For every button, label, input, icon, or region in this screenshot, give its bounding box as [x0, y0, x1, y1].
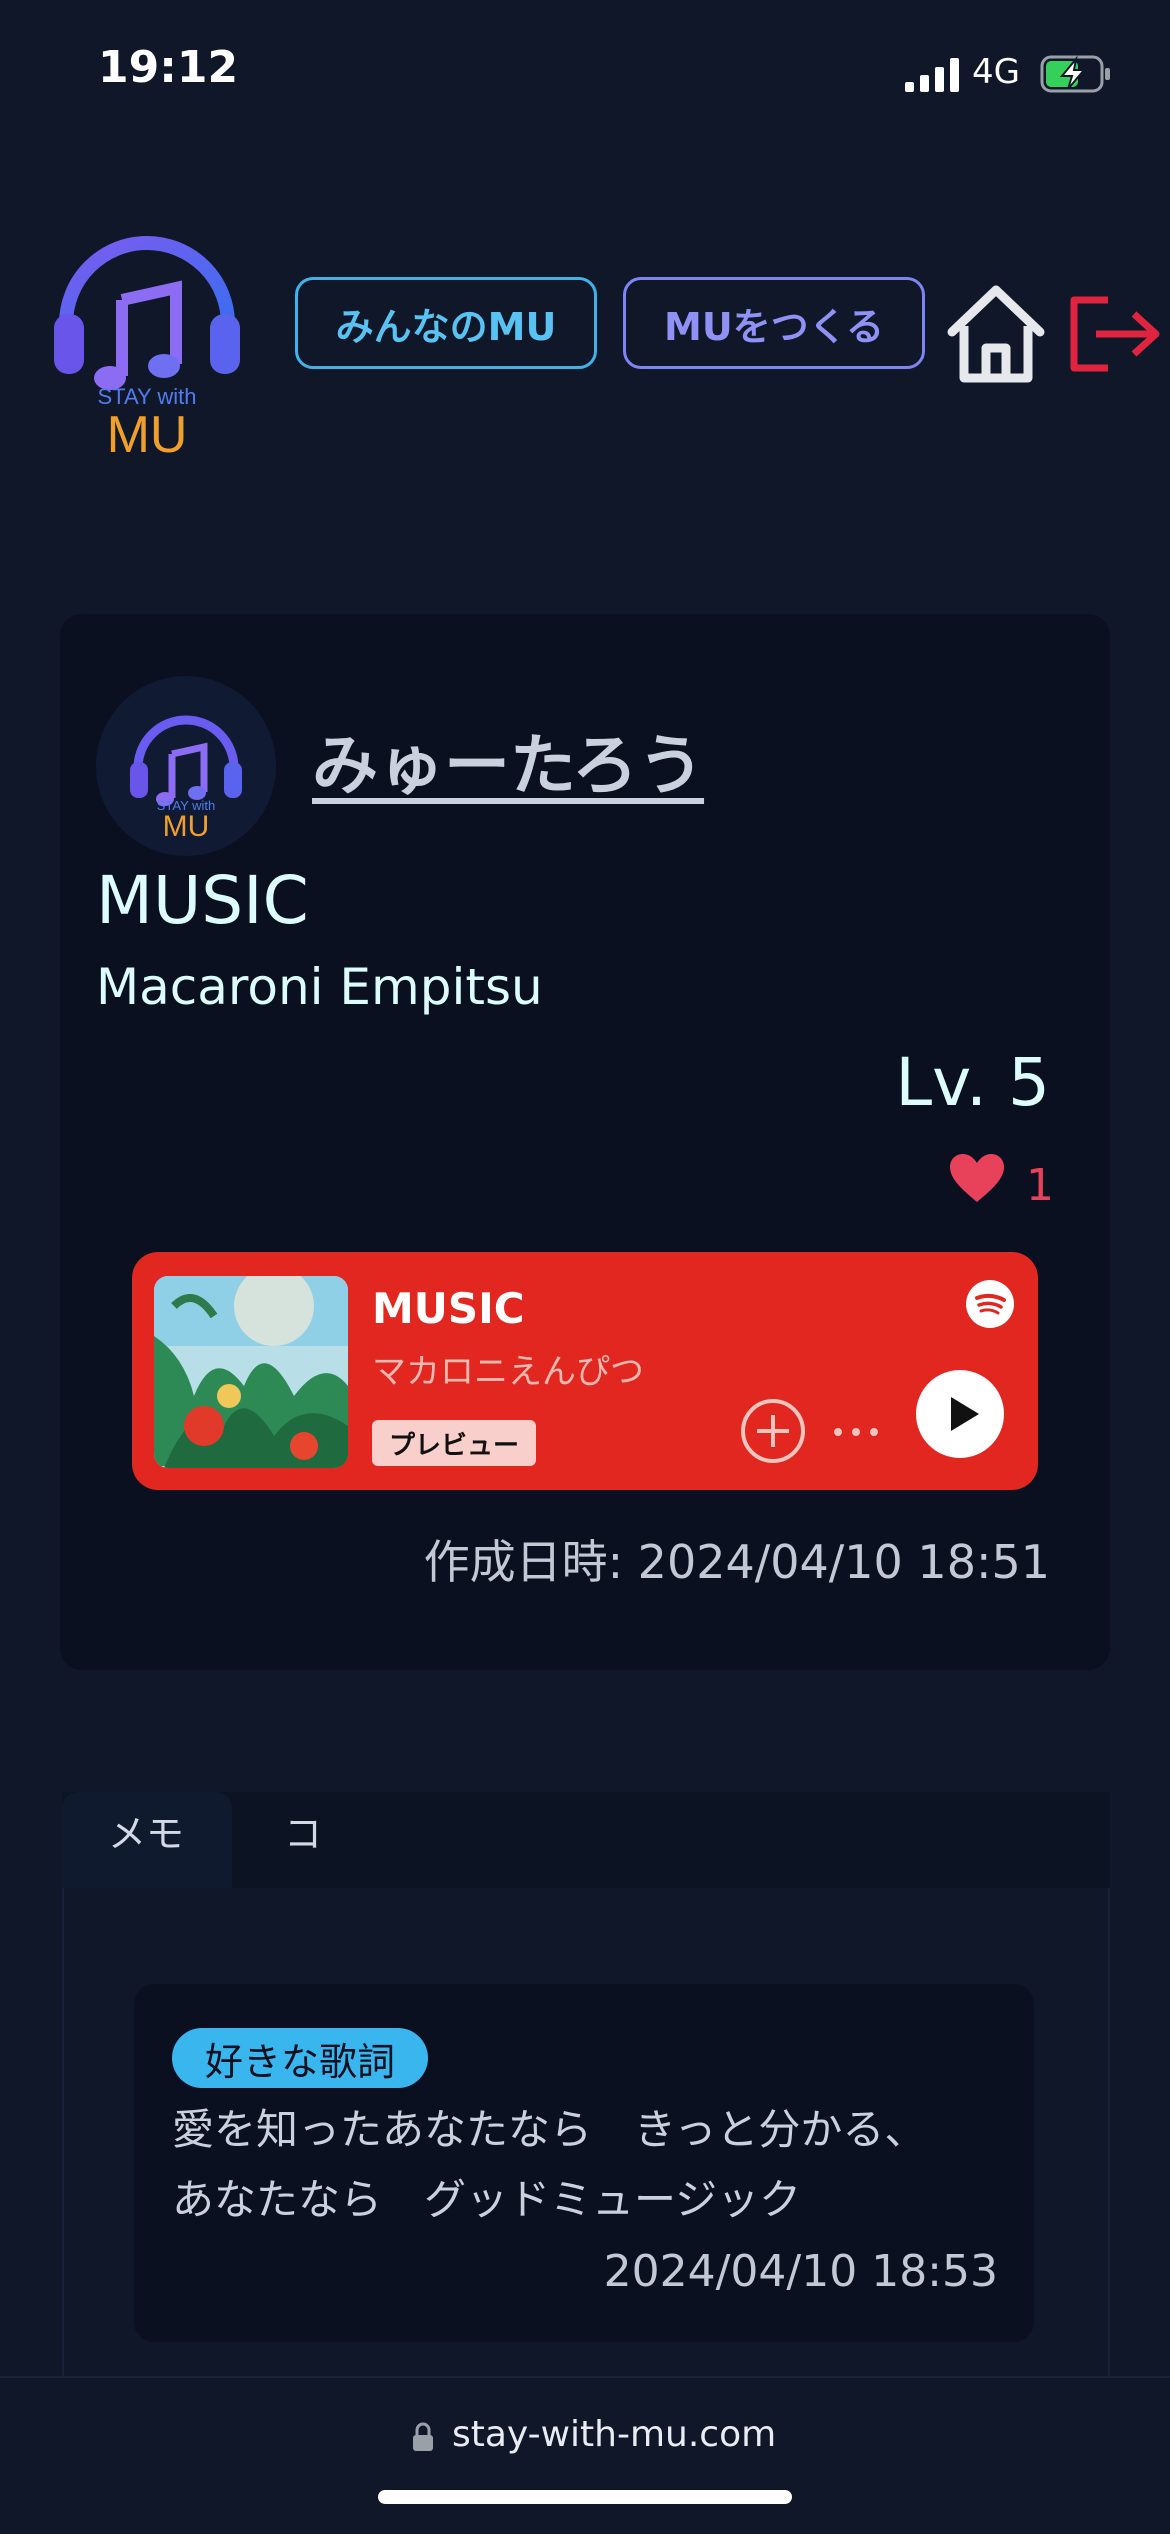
everyone-mu-button[interactable]: みんなのMU	[295, 277, 597, 369]
memory-date: 2024/04/10 18:53	[603, 2246, 998, 2297]
preview-badge: プレビュー	[372, 1420, 536, 1466]
svg-text:MU: MU	[163, 810, 210, 843]
network-type: 4G	[972, 52, 1020, 92]
like-count: 1	[1026, 1160, 1054, 1211]
more-options-icon[interactable]	[830, 1420, 882, 1444]
song-title: MUSIC	[96, 862, 309, 939]
create-mu-button[interactable]: MUをつくる	[623, 277, 925, 369]
cellular-signal-icon	[905, 58, 959, 92]
album-cover[interactable]	[154, 1276, 348, 1468]
play-icon[interactable]	[916, 1370, 1004, 1458]
battery-charging-icon	[1040, 55, 1110, 93]
avatar-logo-icon: STAY with MU	[130, 715, 242, 843]
user-avatar[interactable]: STAY with MU	[96, 676, 276, 856]
embed-artist[interactable]: マカロニえんぴつ	[372, 1344, 644, 1393]
status-time: 19:12	[98, 42, 239, 93]
logout-icon[interactable]	[1068, 294, 1164, 374]
username-link[interactable]: みゅーたろう	[312, 712, 704, 808]
memory-tag: 好きな歌詞	[172, 2028, 428, 2088]
home-indicator[interactable]	[378, 2490, 792, 2504]
artist-name: Macaroni Empitsu	[96, 958, 543, 1016]
url-text[interactable]: stay-with-mu.com	[452, 2414, 776, 2455]
spotify-icon[interactable]	[966, 1280, 1014, 1328]
svg-text:MU: MU	[107, 406, 188, 462]
browser-address-bar[interactable]	[0, 2376, 1170, 2534]
level-label: Lv. 5	[895, 1044, 1050, 1121]
embed-track-title[interactable]: MUSIC	[372, 1284, 525, 1333]
lock-icon	[413, 2422, 433, 2451]
home-icon[interactable]	[944, 282, 1048, 386]
memory-text-line-1: 愛を知ったあなたなら きっと分かる、	[172, 2105, 927, 2154]
heart-icon[interactable]	[948, 1152, 1006, 1204]
created-at: 作成日時: 2024/04/10 18:51	[423, 1535, 1050, 1589]
stay-with-mu-logo[interactable]: STAY with MU	[52, 214, 242, 462]
memory-text-line-2: あなたなら グッドミュージック	[172, 2175, 802, 2224]
add-to-library-icon[interactable]	[740, 1398, 806, 1464]
album-art-image	[154, 1276, 348, 1468]
